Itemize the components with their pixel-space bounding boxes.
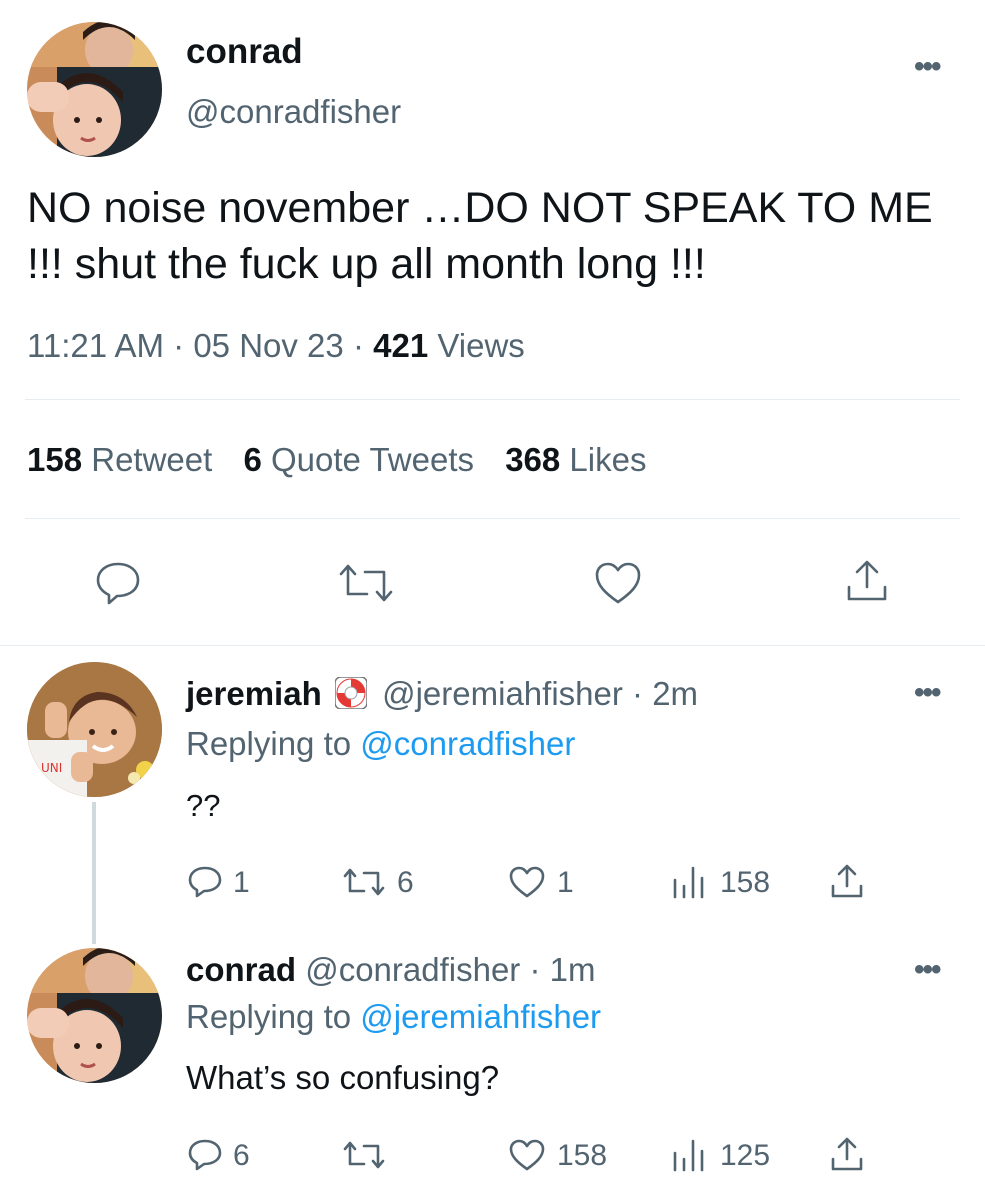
reply-author-name[interactable]: jeremiah bbox=[186, 675, 322, 712]
tweet-text: NO noise november …DO NOT SPEAK TO ME !!… bbox=[27, 184, 933, 288]
divider bbox=[25, 399, 960, 400]
reply-icon[interactable] bbox=[187, 1138, 223, 1172]
reply-text: ?? bbox=[186, 788, 221, 823]
quotes-label: Quote Tweets bbox=[271, 441, 475, 478]
views-count: 421 bbox=[373, 327, 429, 364]
svg-text:UNI: UNI bbox=[41, 761, 62, 775]
retweets-label: Retweet bbox=[91, 441, 213, 478]
likes-count: 368 bbox=[505, 441, 561, 478]
author-avatar[interactable] bbox=[27, 22, 162, 157]
avatar-photo: UNI bbox=[27, 662, 162, 797]
quotes-stat[interactable]: 6 Quote Tweets bbox=[243, 441, 483, 478]
views-count: 158 bbox=[720, 866, 771, 899]
share-icon[interactable] bbox=[843, 557, 891, 605]
share-icon[interactable] bbox=[829, 1136, 865, 1172]
retweets-stat[interactable]: 158 Retweet bbox=[27, 441, 221, 478]
retweet-count: 6 bbox=[397, 866, 414, 899]
more-options-button[interactable]: ••• bbox=[914, 678, 941, 708]
reply-handle[interactable]: @jeremiahfisher bbox=[382, 675, 623, 712]
more-options-button[interactable]: ••• bbox=[914, 52, 941, 82]
divider bbox=[25, 518, 960, 519]
tweet-time[interactable]: 11:21 AM bbox=[27, 327, 164, 364]
author-name[interactable]: conrad bbox=[186, 32, 303, 72]
views-count: 125 bbox=[720, 1139, 771, 1172]
like-icon[interactable] bbox=[593, 560, 643, 606]
reply-icon[interactable] bbox=[93, 560, 143, 606]
like-icon[interactable] bbox=[508, 1138, 546, 1172]
views-icon[interactable] bbox=[671, 1137, 707, 1173]
like-count: 1 bbox=[557, 866, 574, 899]
author-handle[interactable]: @conradfisher bbox=[186, 93, 401, 131]
likes-label: Likes bbox=[569, 441, 647, 478]
meta-separator: · bbox=[529, 951, 541, 988]
reply-age[interactable]: 1m bbox=[550, 951, 596, 988]
replying-prefix: Replying to bbox=[186, 725, 352, 762]
lifebuoy-emoji-icon bbox=[334, 676, 368, 717]
reply-count: 6 bbox=[233, 1139, 250, 1172]
section-divider bbox=[0, 645, 985, 646]
replying-prefix: Replying to bbox=[186, 998, 352, 1035]
likes-stat[interactable]: 368 Likes bbox=[505, 441, 646, 478]
share-icon[interactable] bbox=[829, 863, 865, 899]
meta-separator: · bbox=[173, 327, 185, 364]
quotes-count: 6 bbox=[243, 441, 262, 478]
reply-text: What’s so confusing? bbox=[186, 1059, 500, 1096]
tweet-date[interactable]: 05 Nov 23 bbox=[193, 327, 343, 364]
retweets-count: 158 bbox=[27, 441, 83, 478]
like-icon[interactable] bbox=[508, 865, 546, 899]
retweet-icon[interactable] bbox=[337, 562, 395, 604]
replying-to-link[interactable]: @conradfisher bbox=[360, 725, 575, 762]
meta-separator: · bbox=[352, 327, 364, 364]
reply-author-name[interactable]: conrad bbox=[186, 951, 296, 988]
reply-count: 1 bbox=[233, 866, 250, 899]
reply-header: conrad @conradfisher · 1m bbox=[186, 951, 596, 989]
avatar-photo bbox=[27, 948, 162, 1083]
replying-to: Replying to @conradfisher bbox=[186, 725, 575, 763]
reply-avatar[interactable]: UNI bbox=[27, 662, 162, 797]
reply-age[interactable]: 2m bbox=[652, 675, 698, 712]
tweet-meta: 11:21 AM · 05 Nov 23 · 421 Views bbox=[27, 327, 525, 365]
reply-header: jeremiah @jeremiahfisher · 2m bbox=[186, 675, 698, 717]
retweet-icon[interactable] bbox=[342, 1139, 386, 1171]
like-count: 158 bbox=[557, 1139, 608, 1172]
engagement-stats: 158 Retweet 6 Quote Tweets 368 Likes bbox=[27, 441, 646, 479]
views-icon[interactable] bbox=[671, 864, 707, 900]
more-options-button[interactable]: ••• bbox=[914, 955, 941, 985]
reply-avatar[interactable] bbox=[27, 948, 162, 1083]
reply-handle[interactable]: @conradfisher bbox=[305, 951, 520, 988]
views-label: Views bbox=[437, 327, 525, 364]
thread-line bbox=[92, 802, 96, 944]
meta-separator: · bbox=[632, 675, 644, 712]
replying-to: Replying to @jeremiahfisher bbox=[186, 998, 601, 1036]
avatar-photo bbox=[27, 22, 162, 157]
reply-icon[interactable] bbox=[187, 865, 223, 899]
retweet-icon[interactable] bbox=[342, 866, 386, 898]
replying-to-link[interactable]: @jeremiahfisher bbox=[360, 998, 601, 1035]
